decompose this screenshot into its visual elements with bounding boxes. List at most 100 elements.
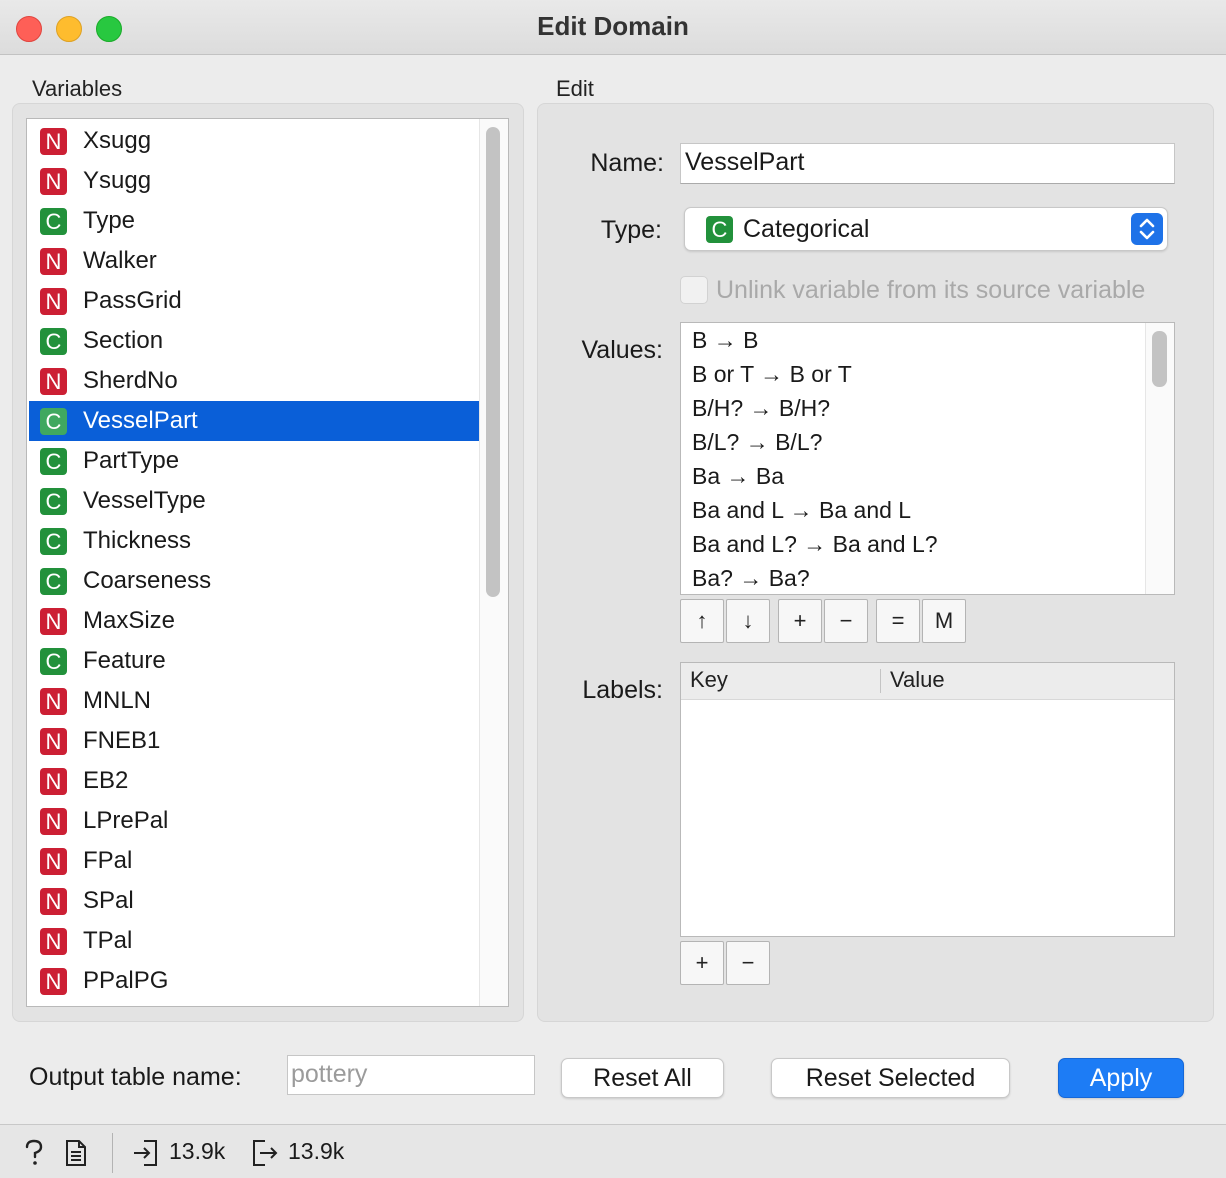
value-item[interactable]: Ba and L? → Ba and L? [692,531,938,558]
variable-name: VesselType [83,487,206,514]
column-separator [880,669,881,693]
value-item[interactable]: Ba → Ba [692,463,784,490]
numeric-variable-icon: N [40,168,67,195]
output-data-size: 13.9k [288,1138,345,1164]
variable-item[interactable]: N EB2 [29,761,479,801]
add-label-button[interactable]: + [680,941,724,985]
type-select[interactable]: C Categorical [684,207,1168,251]
apply-button[interactable]: Apply [1058,1058,1184,1098]
variable-item[interactable]: N Walker [29,241,479,281]
variable-item[interactable]: N PassGrid [29,281,479,321]
unlink-label: Unlink variable from its source variable [716,276,1146,304]
variables-group-label: Variables [32,76,123,101]
variable-name: MNLN [83,687,152,714]
value-item[interactable]: Ba and L → Ba and L [692,497,911,524]
variable-item[interactable]: N MNLN [29,681,479,721]
variable-name: Thickness [83,527,192,554]
name-input[interactable]: VesselPart [680,143,1175,184]
variable-item[interactable]: C VesselPart [29,401,479,441]
variable-name: Feature [83,647,166,674]
variable-item[interactable]: C PartType [29,441,479,481]
numeric-variable-icon: N [40,368,67,395]
categorical-variable-icon: C [40,448,67,475]
edit-group-label: Edit [556,76,594,101]
name-label: Name: [590,149,664,177]
variable-name: EB2 [83,767,129,794]
updown-arrows-icon [1131,213,1163,245]
variable-item[interactable]: N SPal [29,881,479,921]
numeric-variable-icon: N [40,968,67,995]
report-icon[interactable] [64,1138,88,1168]
move-up-button[interactable]: ↑ [680,599,724,643]
variable-item[interactable]: N Xsugg [29,121,479,161]
variable-name: FNEB1 [83,727,161,754]
remove-value-button[interactable]: − [824,599,868,643]
numeric-variable-icon: N [40,288,67,315]
variable-name: Section [83,327,164,354]
unlink-checkbox[interactable] [680,276,708,304]
value-item[interactable]: B/L? → B/L? [692,429,822,456]
variable-item[interactable]: N FPal [29,841,479,881]
categorical-variable-icon: C [40,528,67,555]
rename-value-button[interactable]: = [876,599,920,643]
numeric-variable-icon: N [40,128,67,155]
help-icon[interactable] [22,1138,46,1168]
merge-values-button[interactable]: M [922,599,966,643]
value-item[interactable]: B → B [692,327,758,354]
variable-name: Walker [83,247,157,274]
value-item[interactable]: B or T → B or T [692,361,852,388]
move-down-button[interactable]: ↓ [726,599,770,643]
window-title: Edit Domain [537,11,689,41]
output-table-name-label: Output table name: [29,1063,242,1091]
variable-item[interactable]: N PPalPG [29,961,479,1001]
categorical-variable-icon: C [40,568,67,595]
variable-item[interactable]: N FNEB1 [29,721,479,761]
variable-name: Type [83,207,136,234]
variable-item[interactable]: C VesselType [29,481,479,521]
variable-item[interactable]: N Ysugg [29,161,479,201]
variable-item[interactable]: C Section [29,321,479,361]
variable-name: Coarseness [83,567,212,594]
numeric-variable-icon: N [40,848,67,875]
variable-name: PPalPG [83,967,169,994]
labels-table-header: Key Value [681,663,1174,700]
remove-label-button[interactable]: − [726,941,770,985]
reset-selected-button[interactable]: Reset Selected [771,1058,1010,1098]
variable-name: FPal [83,847,133,874]
type-select-value: Categorical [743,215,870,243]
values-list[interactable]: B → B B or T → B or T B/H? → B/H? B/L? → B/… [680,322,1175,595]
variables-scroll-thumb[interactable] [486,127,500,597]
numeric-variable-icon: N [40,888,67,915]
variable-item[interactable]: N LPrePal [29,801,479,841]
variables-list[interactable]: N Xsugg N Ysugg C Type N Walker N PassGrid C Sectio… [26,118,509,1007]
value-item[interactable]: B/H? → B/H? [692,395,830,422]
variable-name: LPrePal [83,807,169,834]
key-column-header[interactable]: Key [690,667,728,693]
variable-name: PartType [83,447,180,474]
numeric-variable-icon: N [40,608,67,635]
variable-name: SPal [83,887,134,914]
categorical-variable-icon: C [40,408,67,435]
input-data-icon [132,1138,160,1168]
reset-all-button[interactable]: Reset All [561,1058,724,1098]
numeric-variable-icon: N [40,928,67,955]
variable-item[interactable]: C Feature [29,641,479,681]
variable-item[interactable]: N TPal [29,921,479,961]
value-column-header[interactable]: Value [890,667,945,693]
variable-item[interactable]: N MaxSize [29,601,479,641]
variable-item[interactable]: C Coarseness [29,561,479,601]
variable-item[interactable]: N SherdNo [29,361,479,401]
output-table-name-input[interactable]: pottery [287,1055,535,1095]
value-item[interactable]: Ba? → Ba? [692,565,810,592]
labels-table[interactable]: Key Value [680,662,1175,937]
numeric-variable-icon: N [40,688,67,715]
variable-item[interactable]: C Type [29,201,479,241]
categorical-type-icon: C [706,216,733,243]
variable-name: PassGrid [83,287,182,314]
values-scroll-thumb[interactable] [1152,331,1167,387]
variable-item[interactable]: C Thickness [29,521,479,561]
variable-name: VesselPart [83,407,198,434]
title-bar: Edit Domain [0,0,1226,55]
add-value-button[interactable]: + [778,599,822,643]
numeric-variable-icon: N [40,248,67,275]
